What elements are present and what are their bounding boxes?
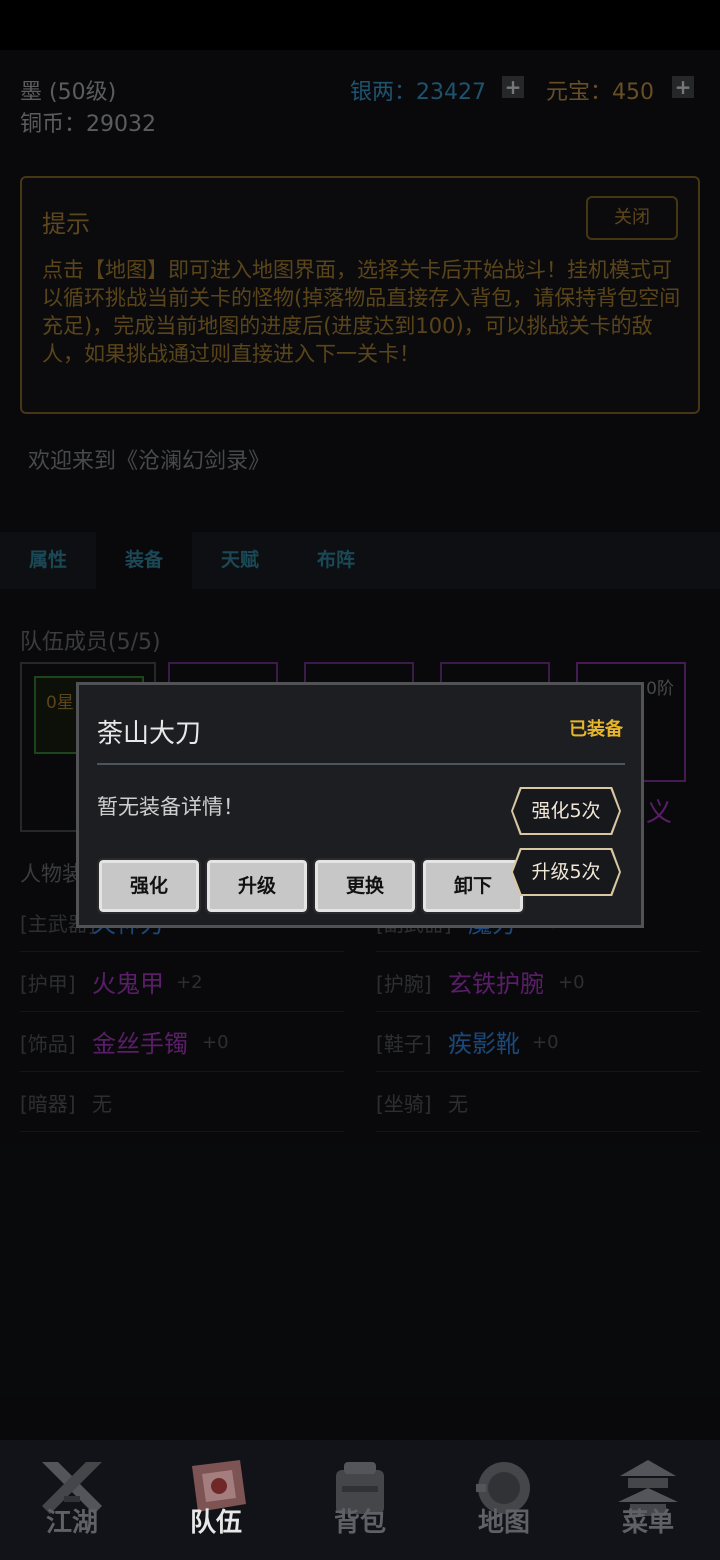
nav-label: 背包 [333, 1508, 386, 1538]
nav-map[interactable]: 地图 [432, 1440, 576, 1560]
equipment-name: 荼山大刀 [97, 719, 202, 749]
enhance-button[interactable]: 强化 [97, 858, 201, 914]
unequip-button[interactable]: 卸下 [421, 858, 525, 914]
bottom-navigation: 江湖 队伍 背包 地图 菜单 [0, 1440, 720, 1560]
nav-label: 队伍 [189, 1508, 242, 1538]
nav-backpack[interactable]: 背包 [288, 1440, 432, 1560]
equipped-status-badge: 已装备 [569, 719, 623, 740]
nav-label: 地图 [477, 1508, 530, 1538]
nav-label: 菜单 [621, 1508, 674, 1538]
upgrade-5x-button[interactable]: 升级5次 [511, 848, 621, 896]
equipment-description: 暂无装备详情！ [97, 795, 244, 819]
upgrade-5x-label: 升级5次 [513, 850, 619, 894]
divider [97, 763, 625, 765]
upgrade-button[interactable]: 升级 [205, 858, 309, 914]
enhance-5x-label: 强化5次 [513, 789, 619, 833]
nav-label: 江湖 [45, 1508, 98, 1538]
replace-button[interactable]: 更换 [313, 858, 417, 914]
enhance-5x-button[interactable]: 强化5次 [511, 787, 621, 835]
nav-jianghu[interactable]: 江湖 [0, 1440, 144, 1560]
nav-team[interactable]: 队伍 [144, 1440, 288, 1560]
nav-menu[interactable]: 菜单 [576, 1440, 720, 1560]
